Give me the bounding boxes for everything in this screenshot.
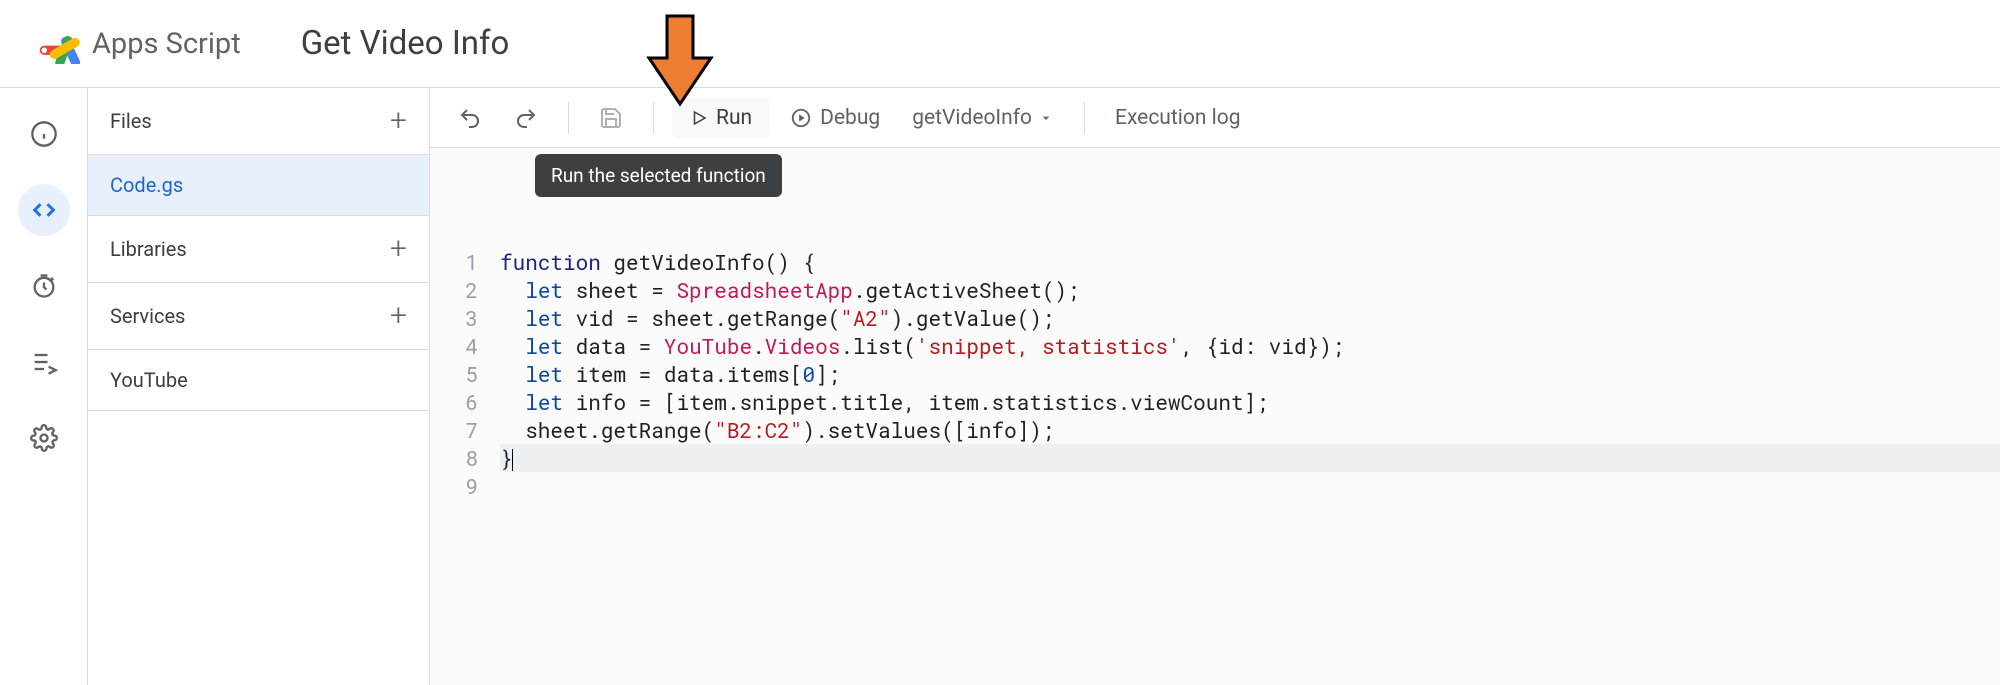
project-title[interactable]: Get Video Info [301,24,510,63]
save-button[interactable] [587,98,635,138]
logo-wrap: Apps Script [36,20,241,68]
arrow-annotation-icon [645,10,715,114]
file-item-code[interactable]: Code.gs [88,155,429,216]
function-select[interactable]: getVideoInfo [900,98,1066,138]
run-label: Run [716,106,752,130]
debug-icon [790,107,812,129]
toolbar-separator [1084,102,1085,134]
libraries-label: Libraries [110,237,187,261]
files-label: Files [110,109,152,133]
services-label: Services [110,304,185,328]
service-item-youtube[interactable]: YouTube [88,350,429,411]
redo-button[interactable] [502,98,550,138]
file-name: Code.gs [110,173,183,197]
code-editor[interactable]: 123456789 function getVideoInfo() { let … [430,148,2000,685]
undo-button[interactable] [446,98,494,138]
service-name: YouTube [110,368,188,392]
code-content[interactable]: function getVideoInfo() { let sheet = Sp… [492,248,2000,685]
add-library-button[interactable]: + [390,234,407,264]
function-selected-name: getVideoInfo [912,106,1032,130]
left-rail [0,88,88,685]
apps-script-logo-icon [36,20,80,68]
add-service-button[interactable]: + [390,301,407,331]
brand-name: Apps Script [92,27,241,61]
editor-area: Run Debug getVideoInfo Execution log Run… [430,88,2000,685]
add-file-button[interactable]: + [390,106,407,136]
rail-overview[interactable] [18,108,70,160]
rail-settings[interactable] [18,412,70,464]
rail-editor[interactable] [18,184,70,236]
rail-triggers[interactable] [18,260,70,312]
files-section-header: Files + [88,88,429,155]
header: Apps Script Get Video Info [0,0,2000,88]
debug-label: Debug [820,106,880,130]
execution-log-button[interactable]: Execution log [1103,98,1253,138]
line-gutter: 123456789 [430,248,492,685]
side-panel: Files + Code.gs Libraries + Services + Y… [88,88,430,685]
libraries-section-header: Libraries + [88,216,429,283]
rail-executions[interactable] [18,336,70,388]
run-tooltip: Run the selected function [535,154,782,197]
debug-button[interactable]: Debug [778,98,892,138]
chevron-down-icon [1038,110,1054,126]
execution-log-label: Execution log [1115,106,1241,130]
services-section-header: Services + [88,283,429,350]
toolbar-separator [568,102,569,134]
